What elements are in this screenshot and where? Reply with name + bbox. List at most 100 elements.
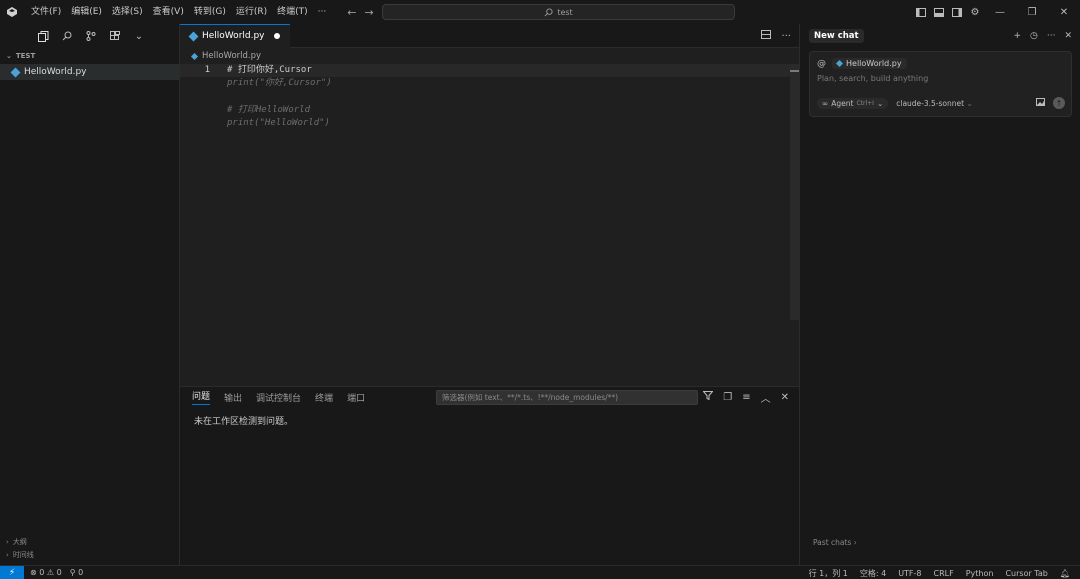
explorer-files-icon[interactable] [36, 29, 50, 43]
close-panel-icon[interactable]: ✕ [781, 392, 789, 403]
menu-view[interactable]: 查看(V) [148, 0, 189, 24]
menu-file[interactable]: 文件(F) [26, 0, 66, 24]
timeline-section[interactable]: › 时间线 [0, 548, 180, 561]
encoding[interactable]: UTF-8 [898, 569, 921, 578]
gear-icon[interactable]: ⚙ [966, 0, 984, 24]
tab-output[interactable]: 输出 [224, 391, 242, 404]
agent-shortcut: Ctrl+I [856, 99, 874, 107]
problems-message: 未在工作区检测到问题。 [194, 417, 294, 427]
filter-icon[interactable] [702, 391, 714, 403]
toggle-panel-icon[interactable] [930, 0, 948, 24]
more-actions-icon[interactable]: ··· [781, 31, 791, 42]
tab-debug-console[interactable]: 调试控制台 [256, 391, 301, 404]
command-center-search[interactable]: test [382, 4, 735, 20]
code-text: # 打印你好,Cursor [227, 65, 312, 75]
python-file-icon [190, 52, 199, 60]
code-line: 1 # 打印你好,Cursor [180, 64, 799, 78]
chat-tab-new[interactable]: New chat [809, 29, 864, 43]
history-icon[interactable]: ◷ [1030, 31, 1038, 41]
status-left: ⊗ 0 ⚠ 0 ⚲ 0 [30, 568, 83, 577]
extensions-icon[interactable] [108, 29, 122, 43]
nav-arrows: ← → [347, 6, 373, 19]
chevron-up-icon[interactable]: ︿ [761, 390, 771, 405]
close-icon[interactable]: ✕ [1048, 0, 1080, 24]
ports-icon: ⚲ [69, 568, 76, 577]
search-icon[interactable] [60, 29, 74, 43]
plus-icon[interactable]: + [1013, 31, 1021, 41]
title-bar-actions: ⚙ — ❐ ✕ [912, 0, 1080, 24]
split-editor-icon[interactable] [761, 30, 772, 42]
chevron-down-icon[interactable]: ⌄ [132, 29, 146, 43]
more-actions-icon[interactable]: ··· [1047, 31, 1056, 41]
composer-right-actions: ↑ [1036, 96, 1065, 110]
agent-mode-dropdown[interactable]: ∞ Agent Ctrl+I ⌄ [817, 97, 889, 109]
past-chats-label: Past chats [813, 538, 852, 547]
tab-terminal[interactable]: 终端 [315, 391, 333, 404]
close-icon[interactable]: ✕ [1064, 31, 1072, 41]
sidebar-view-switcher: ⌄ [0, 24, 179, 48]
restore-icon[interactable]: ❐ [1016, 0, 1048, 24]
workspace-section-header[interactable]: ⌄ TEST [0, 48, 179, 64]
code-editor[interactable]: 1 # 打印你好,Cursor print("你好,Cursor") # 打印H… [180, 64, 799, 130]
remote-indicator-icon[interactable]: ⚡ [0, 565, 24, 579]
problems-filter-input[interactable]: 筛选器(例如 text、**/*.ts、!**/node_modules/**) [436, 390, 698, 405]
context-file-chip[interactable]: HelloWorld.py [832, 58, 907, 69]
search-text: test [557, 7, 573, 17]
breadcrumb[interactable]: HelloWorld.py [180, 48, 799, 64]
editor-scrollbar[interactable] [790, 64, 799, 320]
indentation[interactable]: 空格: 4 [860, 568, 886, 579]
workspace-name: TEST [15, 52, 36, 60]
tab-label: HelloWorld.py [202, 31, 265, 41]
menu-go[interactable]: 转到(G) [189, 0, 231, 24]
tab-ports[interactable]: 端口 [347, 391, 365, 404]
menu-run[interactable]: 运行(R) [231, 0, 272, 24]
image-icon[interactable] [1036, 98, 1045, 108]
back-arrow-icon[interactable]: ← [347, 6, 356, 19]
breadcrumb-file: HelloWorld.py [202, 51, 262, 61]
outline-section[interactable]: › 大纲 [0, 535, 180, 548]
outline-label: 大纲 [12, 537, 27, 546]
menu-terminal[interactable]: 终端(T) [272, 0, 313, 24]
chat-composer[interactable]: @ HelloWorld.py Plan, search, build anyt… [809, 51, 1072, 117]
past-chats-link[interactable]: Past chats › [813, 538, 857, 547]
toggle-sidebar-icon[interactable] [912, 0, 930, 24]
chat-header: New chat + ◷ ··· ✕ [800, 24, 1080, 48]
python-file-icon [835, 59, 844, 68]
file-item-helloworld[interactable]: HelloWorld.py [0, 64, 179, 80]
editor-tab-helloworld[interactable]: HelloWorld.py [180, 23, 290, 48]
chevron-right-icon: › [6, 550, 9, 559]
chat-input[interactable]: Plan, search, build anything [810, 69, 1071, 83]
send-button[interactable]: ↑ [1053, 97, 1065, 109]
menu-more[interactable]: ··· [313, 0, 332, 24]
cursor-position[interactable]: 行 1，列 1 [809, 568, 848, 579]
ports-status[interactable]: ⚲ 0 [70, 568, 84, 577]
ghost-suggestion-text: print("HelloWorld") [227, 117, 330, 128]
tab-problems[interactable]: 问题 [192, 389, 211, 405]
menu-selection[interactable]: 选择(S) [107, 0, 148, 24]
timeline-label: 时间线 [12, 550, 34, 559]
warning-count: 0 [56, 568, 62, 577]
error-icon: ⊗ [30, 568, 37, 577]
line-ending[interactable]: CRLF [934, 569, 954, 578]
collapse-all-icon[interactable]: ❐ [723, 392, 732, 403]
source-control-icon[interactable] [84, 29, 98, 43]
add-context-button[interactable]: @ [817, 59, 826, 69]
unsaved-dot-icon[interactable] [273, 33, 280, 39]
model-selector[interactable]: claude-3.5-sonnet ⌄ [896, 99, 973, 108]
explorer-sidebar: ⌄ ⌄ TEST HelloWorld.py › 大纲 › 时间线 [0, 24, 180, 565]
menu-edit[interactable]: 编辑(E) [66, 0, 107, 24]
minimize-icon[interactable]: — [984, 0, 1016, 24]
cursor-tab-status[interactable]: Cursor Tab [1005, 569, 1047, 578]
chat-pane: New chat + ◷ ··· ✕ @ HelloWorld.py Plan,… [799, 24, 1080, 565]
language-mode[interactable]: Python [966, 569, 994, 578]
bottom-panel: 问题 输出 调试控制台 终端 端口 筛选器(例如 text、**/*.ts、!*… [180, 386, 799, 565]
warning-icon: ⚠ [46, 568, 55, 577]
toggle-secondary-sidebar-icon[interactable] [948, 0, 966, 24]
problems-status[interactable]: ⊗ 0 ⚠ 0 [30, 568, 62, 577]
status-bar: ⚡ ⊗ 0 ⚠ 0 ⚲ 0 行 1，列 1 空格: 4 UTF-8 CRLF P… [0, 565, 1080, 579]
forward-arrow-icon[interactable]: → [364, 6, 373, 19]
bell-icon[interactable]: 🔔︎ [1060, 569, 1070, 578]
line-number: 1 [204, 65, 210, 75]
view-as-list-icon[interactable]: ≡ [742, 392, 750, 403]
error-count: 0 [39, 568, 45, 577]
